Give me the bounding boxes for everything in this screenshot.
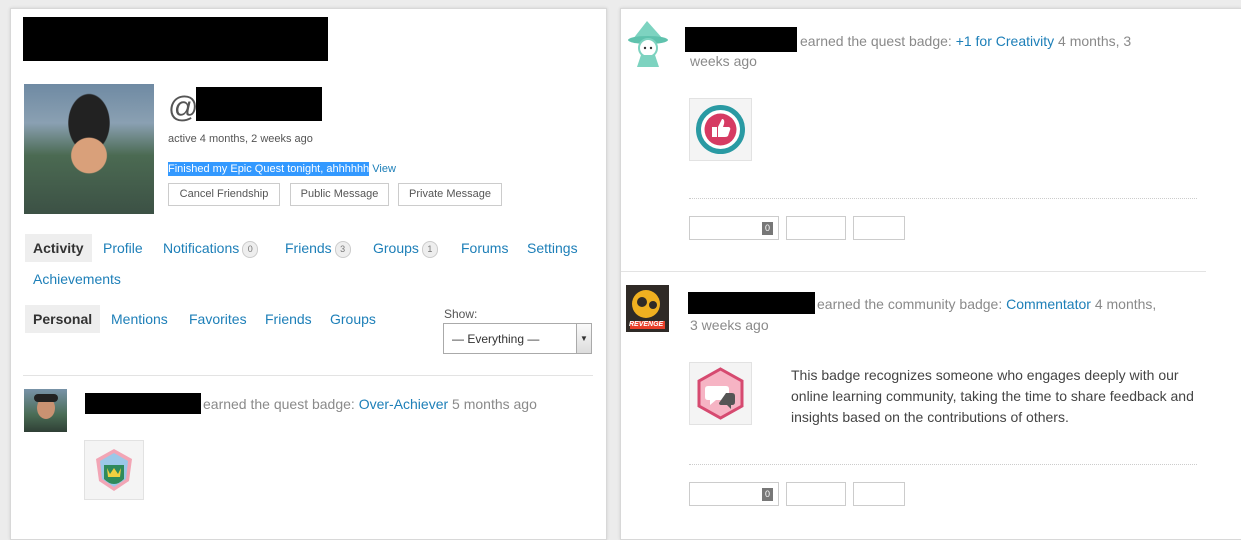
activity-action: earned the quest badge: xyxy=(800,33,952,49)
groups-count: 1 xyxy=(421,240,438,258)
creativity-badge[interactable] xyxy=(689,98,752,161)
comment-button[interactable] xyxy=(786,482,846,506)
tab-groups-label: Groups xyxy=(373,240,419,256)
item-separator xyxy=(689,198,1197,199)
activity-text: earned the community badge: Commentator … xyxy=(817,294,1156,314)
badge-link-creativity[interactable]: +1 for Creativity xyxy=(956,33,1054,49)
redacted-username xyxy=(196,87,322,121)
subtab-friends[interactable]: Friends xyxy=(265,311,312,327)
thumbs-up-icon xyxy=(696,105,745,154)
subtab-personal[interactable]: Personal xyxy=(25,305,101,333)
over-achiever-badge[interactable] xyxy=(84,440,144,500)
tab-friends-label: Friends xyxy=(285,240,332,256)
commentator-badge[interactable] xyxy=(689,362,752,425)
activity-text: earned the quest badge: Over-Achiever 5 … xyxy=(203,394,537,414)
profile-avatar[interactable] xyxy=(24,84,154,214)
crown-shield-icon xyxy=(96,449,132,491)
comment-button[interactable] xyxy=(786,216,846,240)
activity-text: earned the quest badge: +1 for Creativit… xyxy=(800,31,1131,51)
redacted-user xyxy=(85,393,201,414)
public-message-button[interactable]: Public Message xyxy=(290,183,389,206)
notifications-count: 0 xyxy=(242,240,259,258)
activity-time[interactable]: 4 months, 3 xyxy=(1058,33,1131,49)
cancel-friendship-button[interactable]: Cancel Friendship xyxy=(168,183,280,206)
friends-count: 3 xyxy=(334,240,351,258)
favorite-count: 0 xyxy=(761,222,773,235)
item-separator xyxy=(689,464,1197,465)
activity-feed-panel: earned the quest badge: +1 for Creativit… xyxy=(620,8,1241,540)
show-filter-select[interactable]: — Everything — ▼ xyxy=(443,323,592,354)
witch-avatar[interactable] xyxy=(625,19,671,67)
badge-link-commentator[interactable]: Commentator xyxy=(1006,296,1091,312)
activity-time-cont[interactable]: weeks ago xyxy=(690,51,757,71)
favorite-button[interactable]: 0 xyxy=(689,216,779,240)
status-text: Finished my Epic Quest tonight, ahhhhhh xyxy=(168,162,370,176)
subtab-favorites[interactable]: Favorites xyxy=(189,311,247,327)
status-view-link[interactable]: View xyxy=(372,163,396,175)
activity-time-cont[interactable]: 3 weeks ago xyxy=(690,315,769,335)
tab-friends[interactable]: Friends 3 xyxy=(285,240,351,258)
show-filter-label: Show: xyxy=(444,307,478,321)
tab-notifications-label: Notifications xyxy=(163,240,240,256)
redacted-user xyxy=(685,27,797,52)
activity-action: earned the quest badge: xyxy=(203,396,355,412)
activity-avatar[interactable] xyxy=(24,389,67,432)
favorite-count: 0 xyxy=(761,488,773,501)
feed-divider xyxy=(621,271,1206,272)
tab-notifications[interactable]: Notifications 0 xyxy=(163,240,259,258)
delete-button[interactable] xyxy=(853,216,905,240)
tab-groups[interactable]: Groups 1 xyxy=(373,240,438,258)
tab-profile[interactable]: Profile xyxy=(103,240,143,256)
dropdown-arrow-icon[interactable]: ▼ xyxy=(576,324,591,353)
activity-action: earned the community badge: xyxy=(817,296,1003,312)
redacted-user xyxy=(688,292,815,314)
tab-settings[interactable]: Settings xyxy=(527,240,578,256)
redacted-name xyxy=(23,17,328,61)
show-filter-value: — Everything — xyxy=(452,332,540,346)
last-active: active 4 months, 2 weeks ago xyxy=(168,133,313,145)
badge-link-over-achiever[interactable]: Over-Achiever xyxy=(359,396,448,412)
tab-achievements[interactable]: Achievements xyxy=(33,271,121,287)
tab-activity[interactable]: Activity xyxy=(25,234,92,262)
subtab-mentions[interactable]: Mentions xyxy=(111,311,168,327)
activity-time[interactable]: 5 months ago xyxy=(452,396,537,412)
delete-button[interactable] xyxy=(853,482,905,506)
avatar-text: REVENGE xyxy=(629,321,664,328)
favorite-button[interactable]: 0 xyxy=(689,482,779,506)
status-update: Finished my Epic Quest tonight, ahhhhhh … xyxy=(168,162,396,176)
private-message-button[interactable]: Private Message xyxy=(398,183,502,206)
badge-description: This badge recognizes someone who engage… xyxy=(791,367,1194,425)
feed-divider xyxy=(23,375,593,376)
activity-time[interactable]: 4 months, xyxy=(1095,296,1156,312)
subtab-groups[interactable]: Groups xyxy=(330,311,376,327)
tab-forums[interactable]: Forums xyxy=(461,240,508,256)
speech-bubbles-icon xyxy=(697,367,744,420)
revenge-avatar[interactable]: REVENGE xyxy=(626,285,669,332)
witch-character-icon xyxy=(628,21,668,67)
profile-panel: @ active 4 months, 2 weeks ago Finished … xyxy=(10,8,607,540)
at-sign: @ xyxy=(168,91,199,124)
